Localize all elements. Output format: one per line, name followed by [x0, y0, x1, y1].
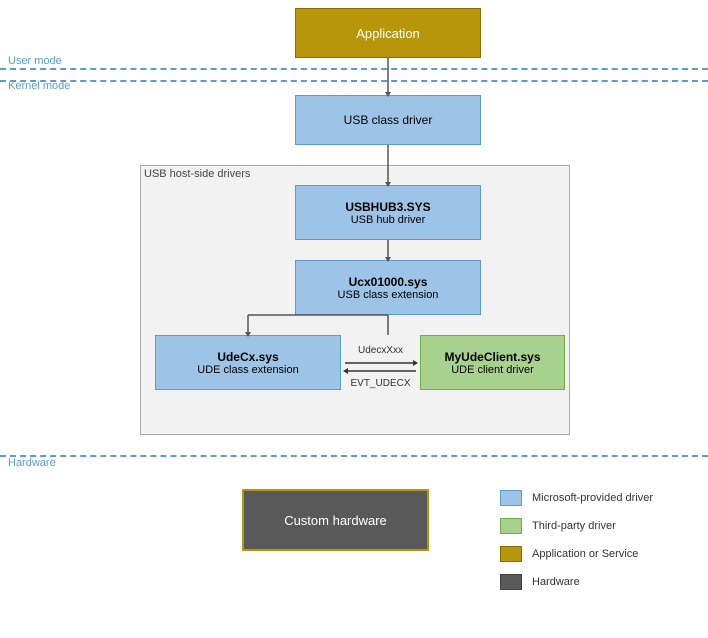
arrows-svg-inline [343, 358, 418, 376]
myude-subtitle: UDE client driver [451, 364, 534, 376]
legend-text-hardware: Hardware [532, 575, 580, 589]
application-label: Application [356, 26, 420, 41]
arrow-area: UdecxXxx EVT_UDECX [341, 345, 420, 389]
kernel-mode-line [0, 80, 708, 82]
legend-text-appservice: Application or Service [532, 547, 638, 561]
legend-text-thirdparty: Third-party driver [532, 519, 616, 533]
arrow-bottom-label: EVT_UDECX [350, 378, 410, 389]
application-box: Application [295, 8, 481, 58]
udecx-title: UdeCx.sys [217, 350, 278, 364]
legend-item-thirdparty: Third-party driver [500, 518, 700, 534]
usb-class-driver-box: USB class driver [295, 95, 481, 145]
usbhub-box: USBHUB3.SYS USB hub driver [295, 185, 481, 240]
ucx-subtitle: USB class extension [338, 289, 439, 301]
myude-box: MyUdeClient.sys UDE client driver [420, 335, 565, 390]
arrow-top-label: UdecxXxx [358, 345, 403, 356]
legend-color-hardware [500, 574, 522, 590]
udecx-subtitle: UDE class extension [197, 364, 299, 376]
legend-item-microsoft: Microsoft-provided driver [500, 490, 700, 506]
usbhub-subtitle: USB hub driver [351, 214, 426, 226]
usb-host-label: USB host-side drivers [144, 168, 250, 180]
legend-text-microsoft: Microsoft-provided driver [532, 491, 653, 505]
myude-title: MyUdeClient.sys [444, 350, 540, 364]
ucx-title: Ucx01000.sys [349, 275, 428, 289]
user-mode-label: User mode [8, 55, 62, 67]
legend-color-microsoft [500, 490, 522, 506]
custom-hardware-label: Custom hardware [284, 513, 387, 528]
udecx-box: UdeCx.sys UDE class extension [155, 335, 341, 390]
user-mode-line [0, 68, 708, 70]
hardware-line [0, 455, 708, 457]
legend-color-appservice [500, 546, 522, 562]
legend-item-appservice: Application or Service [500, 546, 700, 562]
legend-item-hardware: Hardware [500, 574, 700, 590]
custom-hardware-box: Custom hardware [242, 489, 429, 551]
legend-color-thirdparty [500, 518, 522, 534]
kernel-mode-label: Kernel mode [8, 80, 70, 92]
ucx-box: Ucx01000.sys USB class extension [295, 260, 481, 315]
usb-class-driver-label: USB class driver [344, 113, 433, 127]
legend: Microsoft-provided driver Third-party dr… [500, 490, 700, 602]
usbhub-title: USBHUB3.SYS [345, 200, 430, 214]
diagram-container: Application User mode Kernel mode USB cl… [0, 0, 708, 638]
hardware-label: Hardware [8, 457, 56, 469]
